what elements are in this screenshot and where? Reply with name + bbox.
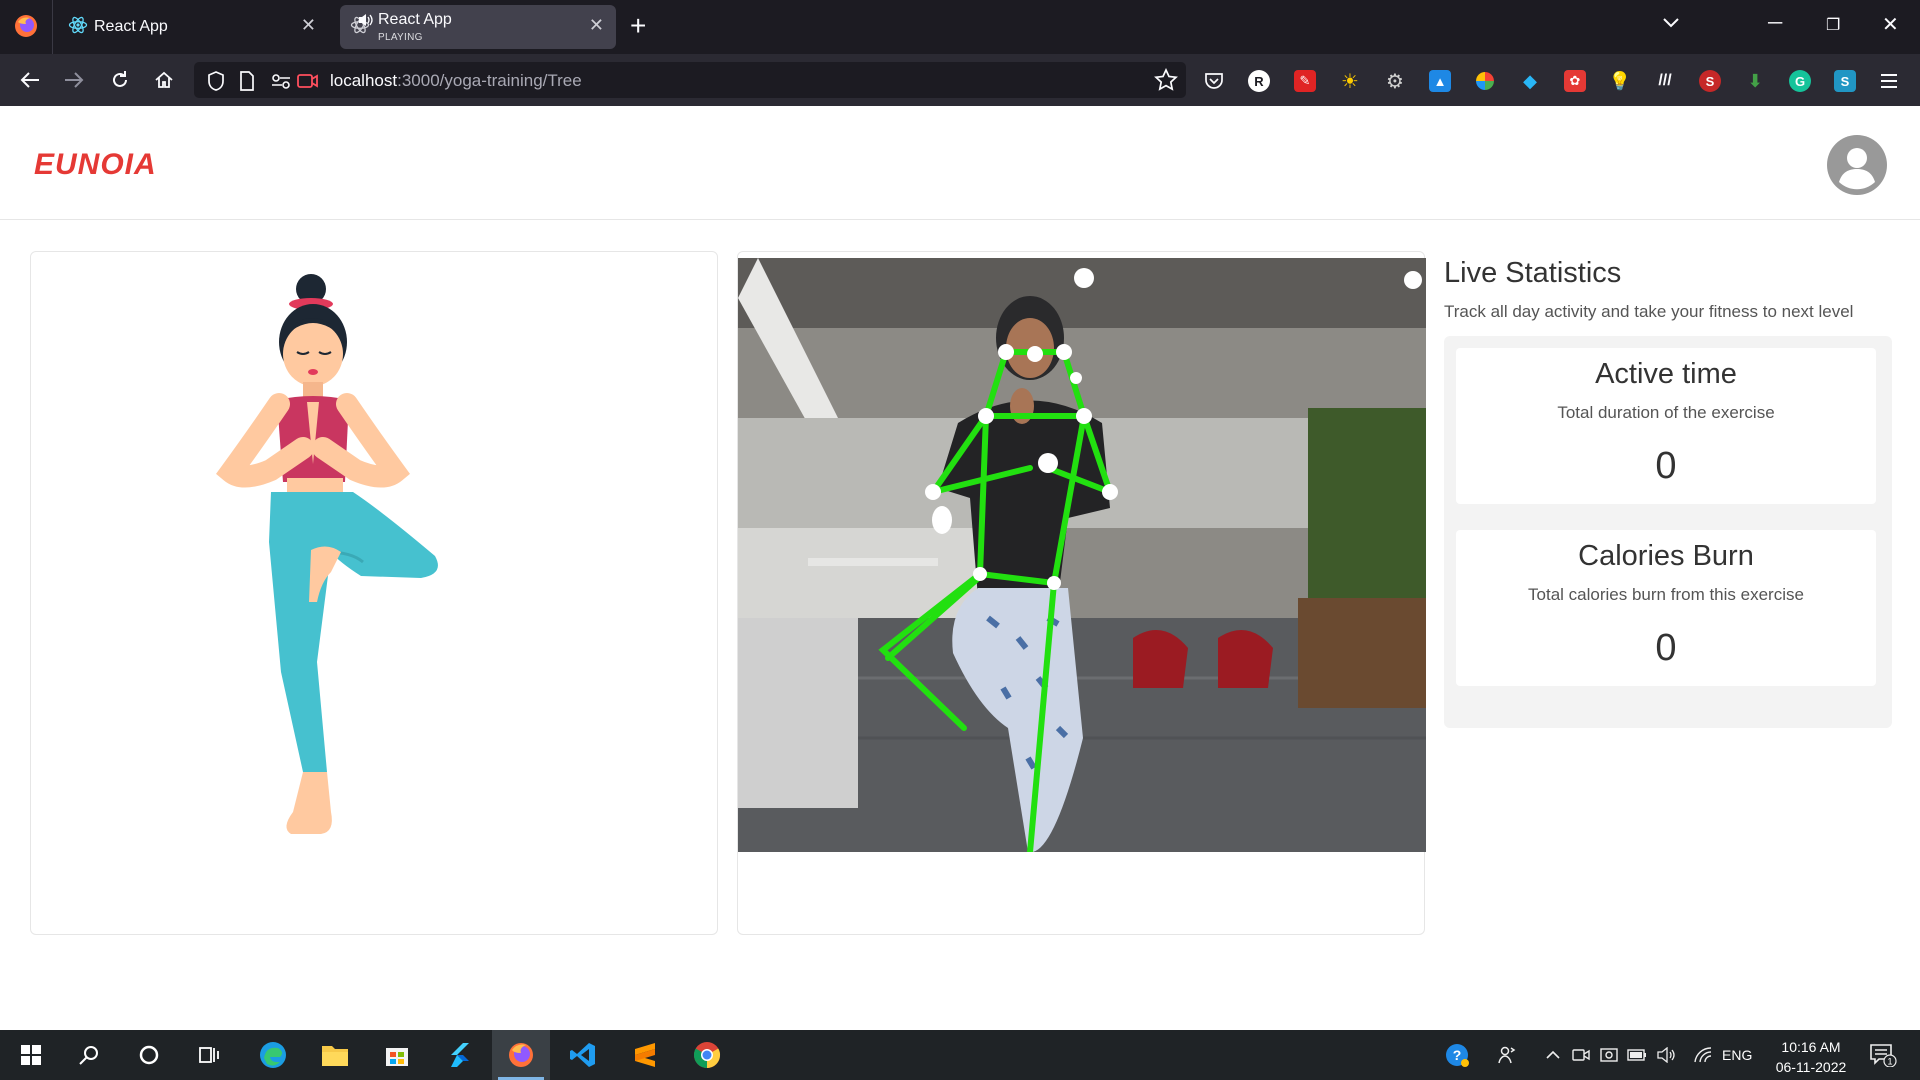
stat-description: Total calories burn from this exercise [1528,585,1804,604]
navigation-toolbar: localhost:3000/yoga-training/Tree R ✎ ☀ … [0,54,1920,106]
firefox-menu-icon[interactable] [14,14,38,38]
url-host: localhost [330,71,398,90]
input-language-indicator[interactable]: ENG [1722,1047,1752,1063]
firefox-taskbar-icon[interactable] [492,1030,550,1080]
url-bar[interactable]: localhost:3000/yoga-training/Tree [194,62,1186,98]
stat-description: Total duration of the exercise [1557,403,1775,422]
sun-extension-icon[interactable]: ☀ [1339,70,1361,93]
stat-title: Active time [1595,358,1737,390]
stats-title: Live Statistics [1444,257,1622,289]
webcam-feed [738,258,1426,852]
meet-now-icon[interactable] [1570,1044,1592,1066]
pen-extension-icon[interactable]: ✎ [1294,70,1316,92]
stat-title: Calories Burn [1578,540,1754,572]
tab-separator [52,0,53,54]
webcam-card [737,251,1426,935]
blue-extension-icon[interactable]: ▲ [1429,70,1451,92]
download-extension-icon[interactable]: ⬇ [1744,70,1766,92]
s-red-extension-icon[interactable]: S [1699,70,1721,92]
app-header: EUNOIA [0,106,1920,220]
user-avatar-icon[interactable] [1826,134,1888,196]
screen-capture-icon[interactable] [1598,1044,1620,1066]
slashes-extension-icon[interactable]: /// [1654,70,1676,92]
notification-count: 1 [1887,1057,1892,1067]
minimize-button[interactable]: ─ [1768,12,1782,35]
shield-icon[interactable] [206,70,228,92]
wifi-icon[interactable] [1692,1044,1714,1066]
s-blue-extension-icon[interactable]: S [1834,70,1856,92]
live-statistics-section: Live Statistics Track all day activity a… [1444,251,1894,728]
menu-icon[interactable] [1878,70,1900,92]
windows-taskbar: ? ENG 10:16 AM 06-11-2022 1 [0,1030,1920,1080]
battery-icon[interactable] [1626,1044,1648,1066]
brand-logo[interactable]: EUNOIA [34,148,157,182]
r-extension-icon[interactable]: R [1248,70,1270,92]
tab-react-app-playing[interactable]: React App PLAYING ✕ [340,5,616,49]
camera-sharing-icon[interactable] [296,70,318,92]
back-button[interactable] [16,66,44,94]
start-button[interactable] [2,1030,60,1080]
bulb-extension-icon[interactable]: 💡 [1609,70,1631,92]
clock-time: 10:16 AM [1781,1039,1841,1055]
restore-button[interactable]: ❐ [1826,15,1840,35]
volume-icon[interactable] [1656,1044,1678,1066]
color-wheel-extension-icon[interactable] [1474,70,1496,92]
stat-value: 0 [1655,627,1677,669]
new-tab-button[interactable]: + [630,10,646,42]
react-icon [68,15,90,37]
app-page: EUNOIA Live Statistics Track all day act… [0,106,1920,1030]
show-hidden-icons-chevron-icon[interactable] [1542,1044,1564,1066]
gem-extension-icon[interactable]: ◆ [1519,70,1541,92]
bookmark-star-icon[interactable] [1154,67,1178,97]
svg-text:?: ? [1453,1047,1462,1063]
tab-status: PLAYING [378,32,423,43]
page-info-icon[interactable] [238,70,260,92]
active-time-card: Active time Total duration of the exerci… [1456,348,1876,504]
task-view-icon[interactable] [180,1030,238,1080]
puzzle-extension-icon[interactable]: ✿ [1564,70,1586,92]
close-tab-icon[interactable]: ✕ [301,15,316,36]
microsoft-store-icon[interactable] [368,1030,426,1080]
edge-icon[interactable] [244,1030,302,1080]
forward-button[interactable] [60,66,88,94]
tab-react-app[interactable]: React App ✕ [58,5,328,49]
vscode-icon[interactable] [554,1030,612,1080]
flutter-app-icon[interactable] [430,1030,488,1080]
people-icon[interactable] [1496,1044,1518,1066]
pocket-icon[interactable] [1203,70,1225,92]
help-icon[interactable]: ? [1444,1042,1470,1068]
gear-extension-icon[interactable]: ⚙ [1384,70,1406,93]
chrome-icon[interactable] [678,1030,736,1080]
list-all-tabs-icon[interactable] [1662,12,1680,35]
cortana-icon[interactable] [120,1030,178,1080]
audio-playing-icon[interactable] [358,13,374,32]
webcam-skeleton-overlay-icon [738,258,1426,852]
permissions-icon[interactable] [270,70,292,92]
stat-value: 0 [1655,445,1677,487]
close-tab-icon[interactable]: ✕ [589,15,604,36]
url-text[interactable]: localhost:3000/yoga-training/Tree [330,71,582,91]
tree-pose-illustration-icon [216,274,438,834]
file-explorer-icon[interactable] [306,1030,364,1080]
tab-title: React App [94,18,168,35]
pose-reference-card [30,251,718,935]
calories-burn-card: Calories Burn Total calories burn from t… [1456,530,1876,686]
clock-date: 06-11-2022 [1775,1059,1847,1075]
home-button[interactable] [150,66,178,94]
reload-button[interactable] [106,66,134,94]
sublime-text-icon[interactable] [616,1030,674,1080]
url-path: :3000/yoga-training/Tree [397,71,582,90]
clock[interactable]: 10:16 AM 06-11-2022 [1766,1037,1856,1077]
tab-title: React App [378,11,452,28]
stats-panel: Active time Total duration of the exerci… [1444,336,1892,728]
stats-subtitle: Track all day activity and take your fit… [1444,302,1854,321]
grammarly-icon[interactable]: G [1789,70,1811,92]
close-window-button[interactable]: ✕ [1882,12,1899,37]
tab-bar: React App ✕ React App PLAYING ✕ + ─ ❐ ✕ [0,0,1920,54]
notification-center-icon[interactable]: 1 [1868,1044,1898,1067]
search-icon[interactable] [60,1030,118,1080]
